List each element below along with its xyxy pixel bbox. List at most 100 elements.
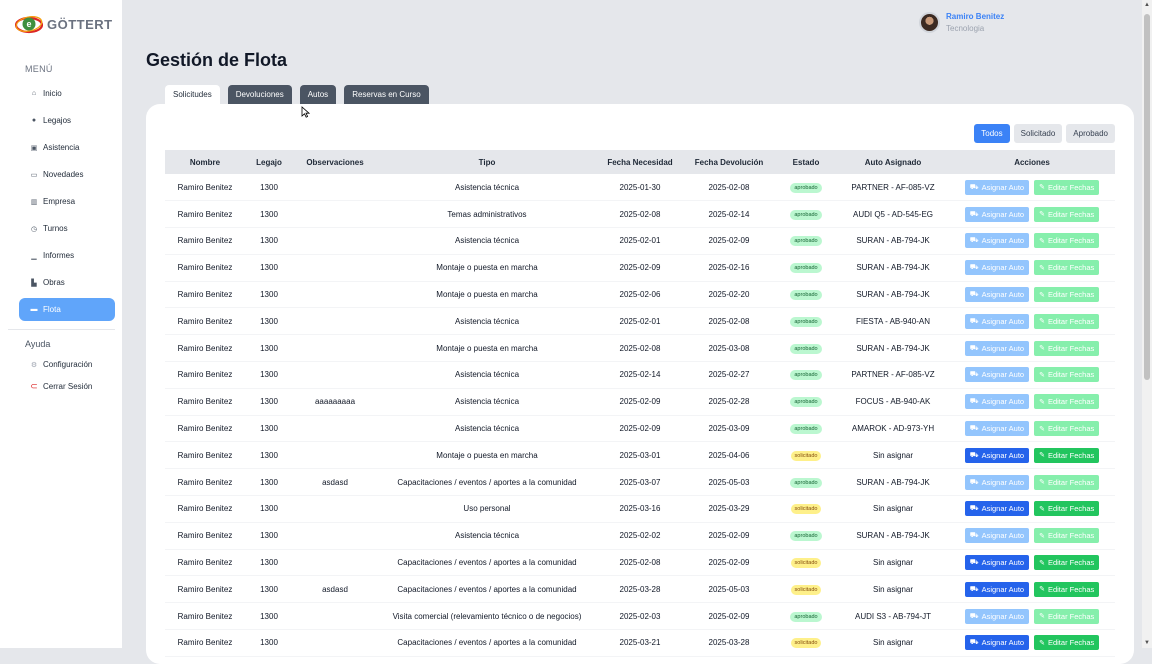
scroll-up-arrow-icon[interactable]: ▲ <box>1144 2 1150 8</box>
cell-tipo: Asistencia técnica <box>377 415 597 443</box>
assign-car-button[interactable]: ⛟ Asignar Auto <box>964 206 1030 222</box>
scroll-down-arrow-icon[interactable]: ▼ <box>1144 640 1150 646</box>
assign-car-button[interactable]: ⛟ Asignar Auto <box>964 287 1030 303</box>
assign-car-button[interactable]: ⛟ Asignar Auto <box>964 581 1030 597</box>
row-actions: ⛟ Asignar Auto ✎ Editar Fechas <box>964 635 1100 651</box>
page-scrollbar[interactable]: ▲ ▼ <box>1142 0 1152 648</box>
cell-fecha-necesidad: 2025-02-09 <box>597 415 683 443</box>
cell-fecha-necesidad: 2025-03-28 <box>597 575 683 604</box>
cell-acciones: ⛟ Asignar Auto ✎ Editar Fechas <box>949 441 1115 470</box>
assign-car-button[interactable]: ⛟ Asignar Auto <box>964 233 1030 249</box>
filter-todos-button[interactable]: Todos <box>974 124 1010 143</box>
tab-solicitudes[interactable]: Solicitudes <box>165 85 220 104</box>
edit-dates-button[interactable]: ✎ Editar Fechas <box>1034 555 1100 571</box>
sidebar-item-flota[interactable]: ▬ Flota <box>19 298 115 321</box>
edit-icon: ✎ <box>1039 532 1045 540</box>
sidebar-item-asistencia[interactable]: ▣ Asistencia <box>19 136 115 159</box>
cell-observaciones <box>293 227 377 255</box>
edit-dates-button[interactable]: ✎ Editar Fechas <box>1034 313 1100 329</box>
cell-observaciones <box>293 307 377 336</box>
cell-observaciones <box>293 200 377 229</box>
edit-icon: ✎ <box>1039 452 1045 460</box>
assign-car-button[interactable]: ⛟ Asignar Auto <box>964 421 1030 437</box>
assign-car-button[interactable]: ⛟ Asignar Auto <box>964 501 1030 517</box>
cell-estado: solicitado <box>775 495 837 523</box>
edit-dates-button[interactable]: ✎ Editar Fechas <box>1034 233 1100 249</box>
cell-tipo: Asistencia técnica <box>377 361 597 389</box>
cell-fecha-devolucion: 2025-02-28 <box>683 388 775 416</box>
sidebar-item-turnos[interactable]: ◷ Turnos <box>19 217 115 240</box>
edit-icon: ✎ <box>1039 425 1045 433</box>
edit-dates-button[interactable]: ✎ Editar Fechas <box>1034 206 1100 222</box>
assign-car-button[interactable]: ⛟ Asignar Auto <box>964 260 1030 276</box>
edit-dates-button[interactable]: ✎ Editar Fechas <box>1034 528 1100 544</box>
assign-car-button[interactable]: ⛟ Asignar Auto <box>964 313 1030 329</box>
edit-dates-button[interactable]: ✎ Editar Fechas <box>1034 501 1100 517</box>
assign-car-button[interactable]: ⛟ Asignar Auto <box>964 555 1030 571</box>
assign-car-button[interactable]: ⛟ Asignar Auto <box>964 635 1030 651</box>
edit-icon: ✎ <box>1039 184 1045 192</box>
sidebar-item-novedades[interactable]: ▭ Novedades <box>19 163 115 186</box>
status-badge: aprobado <box>790 370 822 381</box>
cell-fecha-necesidad: 2025-03-21 <box>597 629 683 657</box>
assign-car-button[interactable]: ⛟ Asignar Auto <box>964 447 1030 463</box>
card-icon: ▭ <box>30 171 38 179</box>
status-badge: aprobado <box>790 477 822 488</box>
assign-car-button[interactable]: ⛟ Asignar Auto <box>964 474 1030 490</box>
cell-observaciones <box>293 495 377 523</box>
cell-acciones: ⛟ Asignar Auto ✎ Editar Fechas <box>949 629 1115 657</box>
cell-legajo: 1300 <box>245 254 293 282</box>
scrollbar-thumb[interactable] <box>1144 14 1150 380</box>
table-row: Ramiro Benitez 1300 asdasd Capacitaciones /… <box>165 468 1115 497</box>
edit-dates-button[interactable]: ✎ Editar Fechas <box>1034 608 1100 624</box>
edit-dates-button[interactable]: ✎ Editar Fechas <box>1034 474 1100 490</box>
filter-aprobado-button[interactable]: Aprobado <box>1066 124 1115 143</box>
cell-auto-asignado: Sin asignar <box>837 549 949 577</box>
sidebar-item-legajos[interactable]: ● Legajos <box>19 109 115 132</box>
edit-icon: ✎ <box>1039 639 1045 647</box>
edit-icon: ✎ <box>1039 211 1045 219</box>
assign-car-button[interactable]: ⛟ Asignar Auto <box>964 340 1030 356</box>
assign-car-button[interactable]: ⛟ Asignar Auto <box>964 608 1030 624</box>
cell-observaciones <box>293 361 377 389</box>
menu-title: MENÚ <box>25 64 53 74</box>
cell-fecha-devolucion: 2025-02-08 <box>683 307 775 336</box>
brand-logo[interactable]: e GÖTTERT <box>15 13 113 35</box>
edit-dates-button[interactable]: ✎ Editar Fechas <box>1034 179 1100 195</box>
filter-solicitado-button[interactable]: Solicitado <box>1013 124 1063 143</box>
sidebar-item-cerrar-sesion[interactable]: ⊂ Cerrar Sesión <box>30 381 92 391</box>
assign-car-button[interactable]: ⛟ Asignar Auto <box>964 528 1030 544</box>
assign-car-button[interactable]: ⛟ Asignar Auto <box>964 394 1030 410</box>
cell-estado: solicitado <box>775 441 837 470</box>
edit-dates-button[interactable]: ✎ Editar Fechas <box>1034 421 1100 437</box>
edit-dates-button[interactable]: ✎ Editar Fechas <box>1034 260 1100 276</box>
sidebar-item-inicio[interactable]: ⌂ Inicio <box>19 82 115 105</box>
cell-legajo: 1300 <box>245 281 293 309</box>
sidebar-item-obras[interactable]: ▙ Obras <box>19 271 115 294</box>
cell-estado: aprobado <box>775 388 837 416</box>
tab-devoluciones[interactable]: Devoluciones <box>227 85 292 104</box>
car-icon: ⛟ <box>969 559 979 567</box>
edit-dates-button[interactable]: ✎ Editar Fechas <box>1034 635 1100 651</box>
sidebar-item-empresa[interactable]: ▥ Empresa <box>19 190 115 213</box>
edit-dates-button[interactable]: ✎ Editar Fechas <box>1034 447 1100 463</box>
edit-dates-button[interactable]: ✎ Editar Fechas <box>1034 340 1100 356</box>
cell-observaciones <box>293 415 377 443</box>
cell-observaciones <box>293 174 377 202</box>
tab-autos[interactable]: Autos <box>299 85 337 104</box>
edit-dates-button[interactable]: ✎ Editar Fechas <box>1034 394 1100 410</box>
edit-dates-button[interactable]: ✎ Editar Fechas <box>1034 581 1100 597</box>
sidebar-item-informes[interactable]: ▁ Informes <box>19 244 115 267</box>
assign-car-label: Asignar Auto <box>981 611 1025 621</box>
tab-reservas-en-curso[interactable]: Reservas en Curso <box>344 85 429 104</box>
assign-car-button[interactable]: ⛟ Asignar Auto <box>964 367 1030 383</box>
cell-legajo: 1300 <box>245 549 293 577</box>
edit-dates-button[interactable]: ✎ Editar Fechas <box>1034 367 1100 383</box>
user-profile[interactable]: Ramiro Benitez Tecnologia <box>919 12 1004 33</box>
assign-car-button[interactable]: ⛟ Asignar Auto <box>964 179 1030 195</box>
edit-dates-button[interactable]: ✎ Editar Fechas <box>1034 287 1100 303</box>
cell-fecha-necesidad: 2025-02-14 <box>597 361 683 389</box>
sidebar-item-configuracion[interactable]: ⚙ Configuración <box>30 360 93 369</box>
cell-observaciones: asdasd <box>293 468 377 497</box>
status-badge: solicitado <box>790 558 822 569</box>
